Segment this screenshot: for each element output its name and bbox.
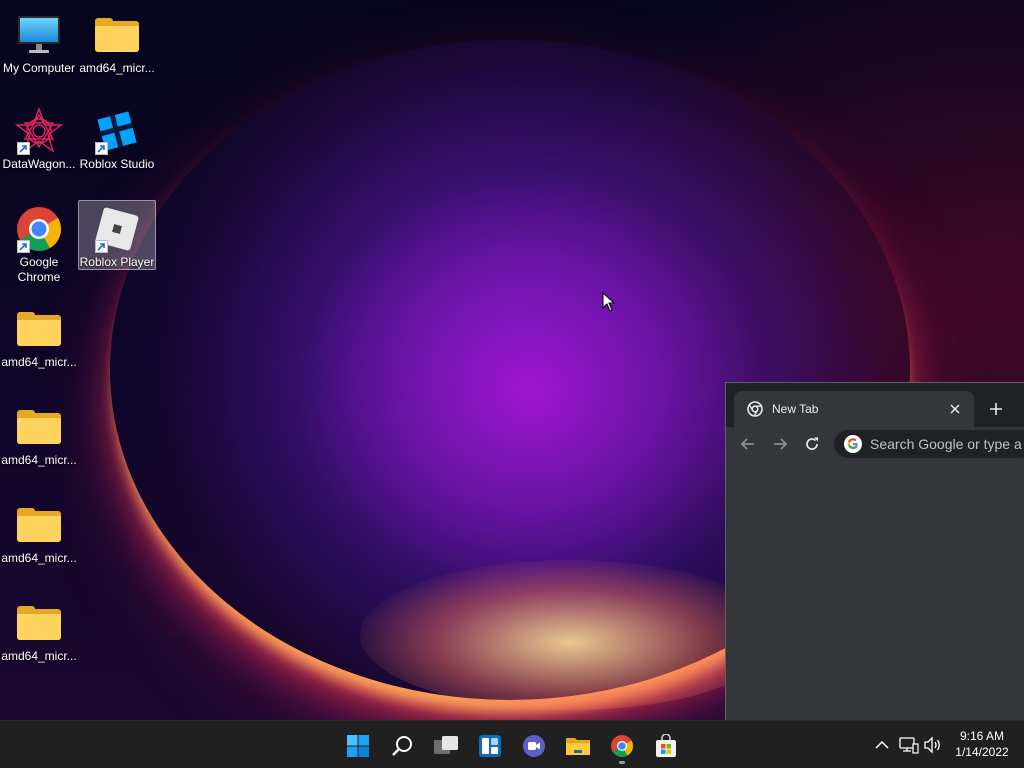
wallpaper-glow <box>360 560 780 710</box>
desktop-icon-label: Roblox Studio <box>79 157 155 171</box>
desktop-icon-label: amd64_micr... <box>1 355 77 369</box>
tab-title: New Tab <box>772 402 819 416</box>
desktop-icon-label: Roblox Player <box>79 255 155 269</box>
taskbar[interactable]: 9:16 AM 1/14/2022 <box>0 720 1024 768</box>
clock-time: 9:16 AM <box>959 729 1005 743</box>
shortcut-arrow-icon <box>95 240 108 253</box>
folder-icon <box>15 403 63 451</box>
chrome-tab-favicon-icon <box>747 401 763 417</box>
shortcut-arrow-icon <box>17 142 30 155</box>
omnibox[interactable] <box>834 430 1024 458</box>
store-icon <box>654 734 678 758</box>
volume-button[interactable] <box>922 735 944 755</box>
chrome-icon <box>610 734 634 758</box>
reload-icon <box>804 436 820 452</box>
reload-button[interactable] <box>799 431 825 457</box>
desktop-icon-label: amd64_micr... <box>1 453 77 467</box>
clock-date: 1/14/2022 <box>955 745 1009 759</box>
teams-chat-icon <box>522 734 546 758</box>
taskbar-file-explorer-button[interactable] <box>558 729 598 763</box>
desktop-icon-label: DataWagon... <box>2 157 76 171</box>
desktop-icon-folder[interactable]: amd64_micr... <box>0 398 78 469</box>
chrome-icon <box>15 205 63 253</box>
desktop-icon-google-chrome[interactable]: Google Chrome <box>0 200 78 286</box>
roblox-player-icon <box>93 205 141 253</box>
chrome-page-content[interactable] <box>726 461 1024 720</box>
desktop-icon-folder[interactable]: amd64_micr... <box>78 6 156 77</box>
taskbar-search-button[interactable] <box>382 729 422 763</box>
folder-icon <box>93 11 141 59</box>
desktop-icon-roblox-player[interactable]: Roblox Player <box>78 200 156 270</box>
chrome-tab-strip[interactable]: New Tab <box>726 383 1024 427</box>
tab-new-tab[interactable]: New Tab <box>734 391 974 427</box>
arrow-right-icon <box>772 436 788 452</box>
shortcut-arrow-icon <box>95 142 108 155</box>
omnibox-input[interactable] <box>870 436 1024 452</box>
desktop-icon-label: My Computer <box>2 61 76 75</box>
desktop-icon-label: amd64_micr... <box>1 551 77 565</box>
close-tab-icon[interactable] <box>944 398 966 420</box>
mouse-cursor-icon <box>602 291 616 312</box>
chevron-up-icon <box>875 740 889 750</box>
shortcut-arrow-icon <box>17 240 30 253</box>
desktop-icon-roblox-studio[interactable]: Roblox Studio <box>78 102 156 173</box>
monitor-icon <box>15 11 63 59</box>
taskbar-chat-button[interactable] <box>514 729 554 763</box>
desktop-icon-label: amd64_micr... <box>1 649 77 663</box>
desktop-icon-folder[interactable]: amd64_micr... <box>0 300 78 371</box>
datawagon-icon <box>15 107 63 155</box>
folder-icon <box>15 305 63 353</box>
taskbar-task-view-button[interactable] <box>426 729 466 763</box>
file-explorer-icon <box>565 734 591 758</box>
taskbar-chrome-button[interactable] <box>602 729 642 764</box>
network-status-button[interactable] <box>898 735 920 755</box>
desktop-icon-label: Google Chrome <box>17 255 61 284</box>
desktop[interactable]: My Computer DataWagon... Google Chrome a… <box>0 0 1024 720</box>
widgets-icon <box>478 734 502 758</box>
folder-icon <box>15 501 63 549</box>
back-button[interactable] <box>735 431 761 457</box>
taskbar-start-button[interactable] <box>338 729 378 763</box>
speaker-icon <box>923 736 943 754</box>
network-icon <box>899 736 919 754</box>
roblox-studio-icon <box>93 107 141 155</box>
google-g-icon <box>844 435 862 453</box>
chrome-toolbar <box>726 427 1024 461</box>
new-tab-button[interactable] <box>984 397 1008 421</box>
running-indicator <box>619 761 625 764</box>
forward-button[interactable] <box>767 431 793 457</box>
chrome-window[interactable]: New Tab <box>725 382 1024 720</box>
desktop-icon-folder[interactable]: amd64_micr... <box>0 496 78 567</box>
desktop-icon-label: amd64_micr... <box>79 61 155 75</box>
show-hidden-icons-button[interactable] <box>871 735 893 755</box>
taskbar-clock[interactable]: 9:16 AM 1/14/2022 <box>946 728 1018 760</box>
taskbar-widgets-button[interactable] <box>470 729 510 763</box>
desktop-icon-folder[interactable]: amd64_micr... <box>0 594 78 665</box>
taskbar-store-button[interactable] <box>646 729 686 763</box>
arrow-left-icon <box>740 436 756 452</box>
task-view-icon <box>433 734 459 758</box>
desktop-icon-my-computer[interactable]: My Computer <box>0 6 78 77</box>
windows-start-icon <box>346 734 370 758</box>
desktop-icon-datawagon[interactable]: DataWagon... <box>0 102 78 173</box>
search-icon <box>390 734 414 758</box>
folder-icon <box>15 599 63 647</box>
